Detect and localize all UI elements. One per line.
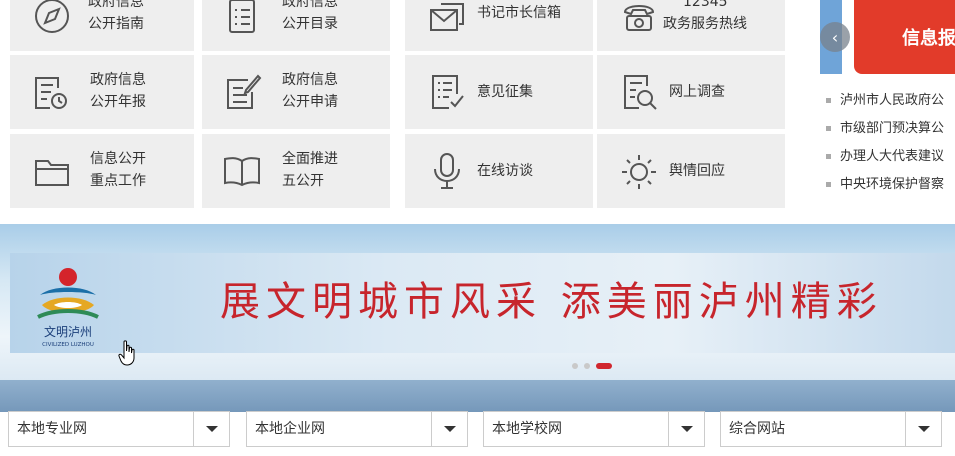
- chevron-down-icon[interactable]: [905, 412, 941, 446]
- edit-document-icon: [222, 72, 262, 112]
- tile-label-line2: 公开目录: [282, 16, 338, 32]
- tile-label-line1: 政府信息: [282, 72, 338, 88]
- select-comprehensive-site[interactable]: 综合网站: [720, 411, 942, 447]
- select-value: 本地企业网: [255, 421, 325, 437]
- news-list: 泸州市人民政府公 市级部门预决算公 办理人大代表建议 中央环境保护督察: [824, 90, 944, 202]
- tile-info-key-work[interactable]: 信息公开 重点工作: [10, 134, 194, 208]
- tile-label-line1: 舆情回应: [669, 163, 725, 179]
- news-item[interactable]: 中央环境保护督察: [824, 174, 944, 202]
- select-value: 综合网站: [729, 421, 785, 437]
- tile-label-line2: 五公开: [282, 173, 324, 189]
- tile-label-line2: 重点工作: [90, 173, 146, 189]
- civilized-city-banner[interactable]: 文明泸州 CIVILIZED LUZHOU 展文明城市风采 添美丽泸州精彩: [10, 253, 955, 353]
- chevron-down-icon[interactable]: [668, 412, 704, 446]
- mailbox-icon: [427, 0, 467, 36]
- tile-label-line1: 在线访谈: [477, 163, 533, 179]
- tile-label-line1: 网上调查: [669, 84, 725, 100]
- tile-label-line1: 意见征集: [477, 84, 533, 100]
- tile-label-line1: 信息公开: [90, 151, 146, 167]
- carousel-dot-active[interactable]: [596, 363, 612, 369]
- slide-banner-text: 信息报: [902, 28, 955, 49]
- tile-online-survey[interactable]: 网上调查: [597, 55, 785, 129]
- slider-prev-arrow-icon[interactable]: ‹: [820, 22, 850, 52]
- slide-banner[interactable]: 信息报: [854, 0, 955, 74]
- tile-label-line2: 公开申请: [282, 94, 338, 110]
- tile-label-line1: 政府信息: [282, 0, 338, 10]
- tile-label-line2: 公开年报: [90, 94, 146, 110]
- sun-icon: [619, 151, 659, 191]
- banner-slogan: 展文明城市风采 添美丽泸州精彩: [220, 279, 883, 325]
- tile-label-line1: 政府信息: [90, 72, 146, 88]
- news-item[interactable]: 办理人大代表建议: [824, 146, 944, 174]
- tile-label-line1: 12345: [683, 0, 728, 10]
- tile-label-line1: 书记市长信箱: [477, 5, 561, 21]
- tile-online-interview[interactable]: 在线访谈: [405, 134, 593, 208]
- folder-icon: [32, 151, 72, 191]
- microphone-icon: [427, 151, 467, 191]
- city-skyline: [0, 380, 955, 412]
- carousel-indicators: [572, 363, 612, 369]
- tile-label-line2: 政务服务热线: [663, 16, 747, 32]
- list-document-icon: [222, 0, 262, 36]
- tile-label-line1: 政府信息: [88, 0, 144, 10]
- tile-gov-info-catalog[interactable]: 政府信息 公开目录: [202, 0, 390, 51]
- select-local-enterprise[interactable]: 本地企业网: [246, 411, 468, 447]
- hand-cursor-icon: [118, 340, 135, 366]
- search-document-icon: [619, 72, 659, 112]
- news-item[interactable]: 市级部门预决算公: [824, 118, 944, 146]
- tile-public-opinion-response[interactable]: 舆情回应: [597, 134, 785, 208]
- tile-mayor-mailbox[interactable]: 书记市长信箱: [405, 0, 593, 51]
- compass-icon: [32, 0, 72, 36]
- select-value: 本地专业网: [17, 421, 87, 437]
- news-panel: 信息报 ‹ 泸州市人民政府公 市级部门预决算公 办理人大代表建议 中央环境保护督…: [800, 0, 955, 209]
- carousel-dot[interactable]: [572, 363, 578, 369]
- tile-hotline-12345[interactable]: 12345 政务服务热线: [597, 0, 785, 51]
- tile-five-openness[interactable]: 全面推进 五公开: [202, 134, 390, 208]
- chevron-down-icon[interactable]: [193, 412, 229, 446]
- checklist-icon: [427, 72, 467, 112]
- select-value: 本地学校网: [492, 421, 562, 437]
- tile-label-line1: 全面推进: [282, 151, 338, 167]
- news-item[interactable]: 泸州市人民政府公: [824, 90, 944, 118]
- tile-gov-info-annual-report[interactable]: 政府信息 公开年报: [10, 55, 194, 129]
- open-book-icon: [222, 151, 262, 191]
- tile-gov-info-application[interactable]: 政府信息 公开申请: [202, 55, 390, 129]
- report-clock-icon: [30, 72, 70, 112]
- chevron-down-icon[interactable]: [431, 412, 467, 446]
- logo-text: 文明泸州: [44, 324, 92, 339]
- telephone-icon: [619, 0, 659, 36]
- civilized-luzhou-logo: 文明泸州 CIVILIZED LUZHOU: [37, 268, 99, 348]
- tile-opinion-collection[interactable]: 意见征集: [405, 55, 593, 129]
- tile-label-line2: 公开指南: [88, 16, 144, 32]
- select-local-school[interactable]: 本地学校网: [483, 411, 705, 447]
- select-local-professional[interactable]: 本地专业网: [8, 411, 230, 447]
- logo-caption: CIVILIZED LUZHOU: [42, 342, 94, 348]
- carousel-dot[interactable]: [584, 363, 590, 369]
- tile-gov-info-guide[interactable]: 政府信息 公开指南: [10, 0, 194, 51]
